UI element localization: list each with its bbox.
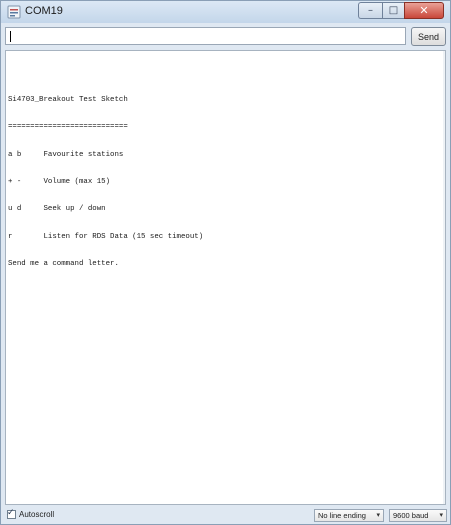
autoscroll-label: Autoscroll	[19, 510, 55, 519]
autoscroll-toggle[interactable]: ✓ Autoscroll	[7, 508, 55, 519]
window-controls: – □ ✕	[358, 2, 444, 20]
autoscroll-checkbox[interactable]: ✓	[7, 508, 16, 519]
status-bar: ✓ Autoscroll No line ending ▾ 9600 baud …	[1, 507, 450, 524]
output-line: u d Seek up / down	[8, 205, 106, 214]
serial-monitor-window: COM19 – □ ✕ Send Si4703_Breakout Test Sk…	[0, 0, 451, 525]
serial-input-field[interactable]	[5, 27, 406, 45]
line-ending-value: No line ending	[318, 511, 366, 520]
baud-rate-value: 9600 baud	[393, 511, 429, 520]
output-line: Si4703_Breakout Test Sketch	[8, 96, 128, 105]
minimize-button[interactable]: –	[358, 2, 382, 19]
output-line: r Listen for RDS Data (15 sec timeout)	[8, 232, 204, 241]
line-ending-select[interactable]: No line ending ▾	[314, 509, 384, 522]
output-line: Send me a command letter.	[8, 259, 119, 268]
output-line: + - Volume (max 15)	[8, 178, 111, 187]
serial-output-area[interactable]: Si4703_Breakout Test Sketch ============…	[5, 50, 446, 505]
output-line: a b Favourite stations	[8, 150, 124, 159]
output-line: ===========================	[8, 123, 128, 132]
window-title: COM19	[25, 5, 63, 17]
maximize-button[interactable]: □	[382, 2, 404, 19]
maximize-icon: □	[388, 5, 399, 16]
chevron-down-icon: ▾	[376, 511, 380, 519]
close-button[interactable]: ✕	[404, 2, 444, 19]
vertical-scrollbar[interactable]	[443, 51, 445, 504]
chevron-down-icon: ▾	[439, 511, 443, 519]
close-icon: ✕	[419, 4, 429, 17]
minimize-icon: –	[368, 5, 373, 16]
send-bar: Send	[5, 26, 446, 48]
baud-rate-select[interactable]: 9600 baud ▾	[389, 509, 447, 522]
send-button[interactable]: Send	[411, 27, 446, 46]
text-caret	[10, 31, 11, 42]
checkmark-icon: ✓	[7, 508, 15, 518]
output-lines: Si4703_Breakout Test Sketch ============…	[8, 78, 203, 287]
title-bar[interactable]: COM19 – □ ✕	[1, 1, 450, 23]
arduino-app-icon	[7, 5, 21, 19]
